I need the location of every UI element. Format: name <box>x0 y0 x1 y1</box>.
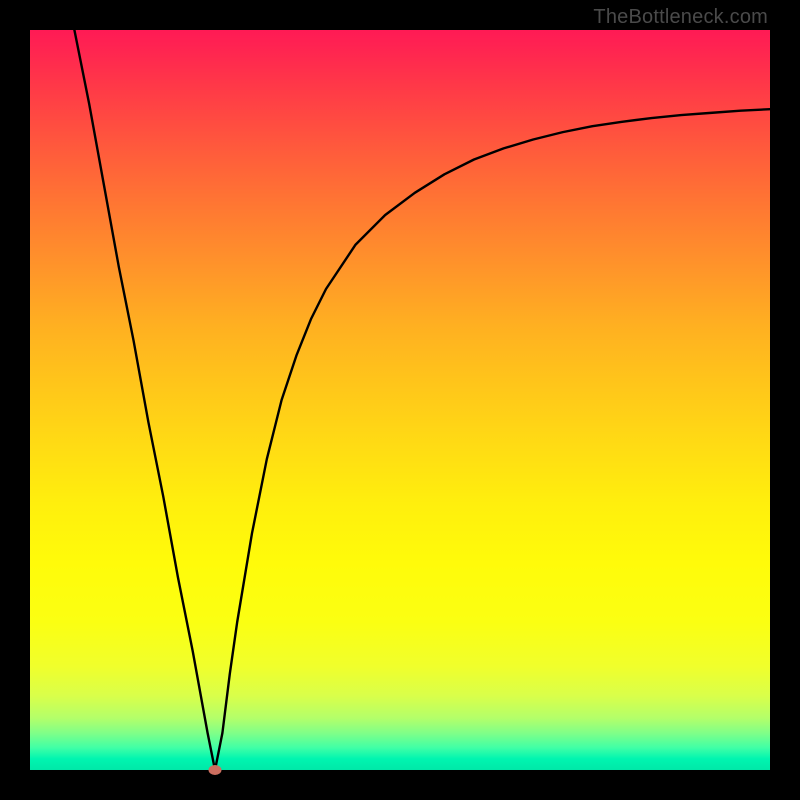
bottleneck-curve <box>74 30 770 770</box>
minimum-marker <box>209 765 222 775</box>
plot-area <box>30 30 770 770</box>
chart-frame: TheBottleneck.com <box>0 0 800 800</box>
watermark-text: TheBottleneck.com <box>593 6 768 29</box>
curve-svg <box>30 30 770 770</box>
